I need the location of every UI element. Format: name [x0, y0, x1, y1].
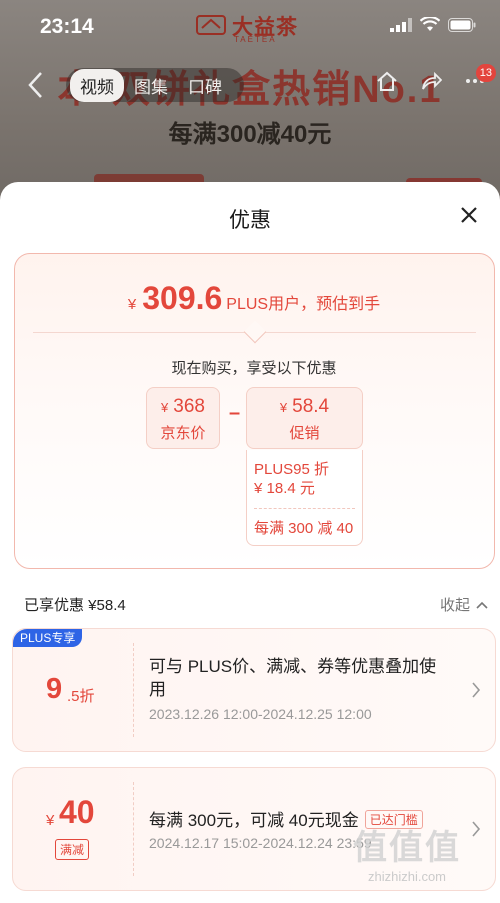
coupon-divider — [133, 643, 134, 737]
coupon-plus-discount[interactable]: PLUS专享 9 .5折 可与 PLUS价、满减、券等优惠叠加使用 2023.1… — [12, 628, 496, 752]
coupon-title: 可与 PLUS价、满减、券等优惠叠加使用 — [149, 657, 437, 699]
watermark-logo: 值值值 — [353, 829, 461, 867]
threshold-discount-line: 每满 300 减 40 — [254, 520, 354, 537]
original-price-label: 京东价 — [160, 425, 206, 442]
enjoyed-discount-label: 已享优惠 ¥58.4 — [24, 597, 126, 614]
coupon-dates: 2023.12.26 12:00-2024.12.25 12:00 — [149, 706, 372, 722]
orig-currency: ¥ — [161, 400, 169, 415]
price-currency: ¥ — [127, 296, 137, 313]
home-icon[interactable] — [376, 70, 398, 92]
product-page-background: 23:14 大益茶 TAETEA 本·双饼礼盒热销No.1 每满300减40元 … — [0, 0, 500, 210]
original-price-chip: ¥368 京东价 — [146, 387, 220, 449]
promo-label: 促销 — [289, 425, 320, 442]
collapse-button[interactable]: 收起 — [440, 594, 488, 615]
battery-icon — [448, 17, 476, 32]
top-action-icons — [376, 70, 486, 92]
watermark-url: zhizhizhi.com — [367, 869, 447, 884]
discount-sheet: 优惠 ¥309.6 PLUS用户，预估到手 现在购买，享受以下优惠 ¥368 京东… — [0, 182, 500, 903]
banner-subheadline: 每满300减40元 — [168, 121, 332, 148]
promo-amount: 58.4 — [292, 396, 330, 417]
status-icons — [390, 17, 476, 32]
chevron-up-icon — [476, 601, 488, 609]
coupon-value: 9 .5折 — [13, 629, 133, 751]
coupon-title-text: 每满 300元，可减 40元现金 — [149, 811, 359, 830]
price-summary-card: ¥309.6 PLUS用户，预估到手 现在购买，享受以下优惠 ¥368 京东价 –… — [14, 253, 495, 569]
chevron-right-icon — [472, 682, 481, 698]
coupon-currency: ¥ — [46, 812, 55, 829]
share-icon[interactable] — [420, 70, 442, 92]
wifi-icon — [420, 17, 440, 31]
coupon-type-tag: 满减 — [55, 839, 90, 860]
tab-video[interactable]: 视频 — [70, 68, 124, 102]
original-price: 368 — [173, 396, 205, 417]
breakdown-separator — [254, 508, 355, 509]
status-bar: 23:14 大益茶 TAETEA — [0, 0, 500, 52]
media-tab-bar: 视频 图集 口碑 — [66, 68, 244, 102]
status-time: 23:14 — [40, 15, 94, 38]
plus-discount-amount: ¥ 18.4 元 — [254, 480, 315, 497]
minus-sign: – — [229, 402, 241, 424]
promo-chip: ¥58.4 促销 — [246, 387, 363, 449]
back-arrow-icon[interactable] — [26, 70, 46, 100]
coupon-amount: 40 — [59, 794, 95, 830]
final-price-note: PLUS用户，预估到手 — [226, 296, 381, 313]
tab-reviews[interactable]: 口碑 — [178, 69, 232, 102]
discount-integer: 9 — [46, 673, 63, 705]
message-count-badge: 13 — [475, 64, 496, 82]
coupon-divider — [133, 782, 134, 876]
plus-discount-line: PLUS95 折 — [254, 461, 330, 478]
cellular-signal-icon — [390, 17, 412, 32]
promo-currency: ¥ — [279, 400, 288, 415]
divider-notch — [243, 320, 267, 344]
collapse-label: 收起 — [439, 597, 470, 614]
brand-emblem-icon — [196, 15, 226, 35]
buy-caption: 现在购买，享受以下优惠 — [171, 360, 337, 377]
close-icon[interactable] — [456, 202, 482, 228]
promo-breakdown: PLUS95 折 ¥ 18.4 元 每满 300 减 40 — [246, 450, 363, 546]
sheet-title: 优惠 — [229, 209, 271, 232]
tab-gallery[interactable]: 图集 — [124, 69, 178, 102]
final-price: 309.6 — [142, 280, 223, 316]
site-watermark: 值值值 zhizhizhi.com — [332, 820, 482, 884]
final-price-row: ¥309.6 PLUS用户，预估到手 — [15, 280, 493, 317]
brand-logo: 大益茶 TAETEA — [196, 10, 312, 44]
brand-sub: TAETEA — [234, 35, 277, 44]
discount-fraction: .5折 — [67, 688, 95, 705]
coupon-value: ¥ 40 满减 — [13, 768, 133, 890]
